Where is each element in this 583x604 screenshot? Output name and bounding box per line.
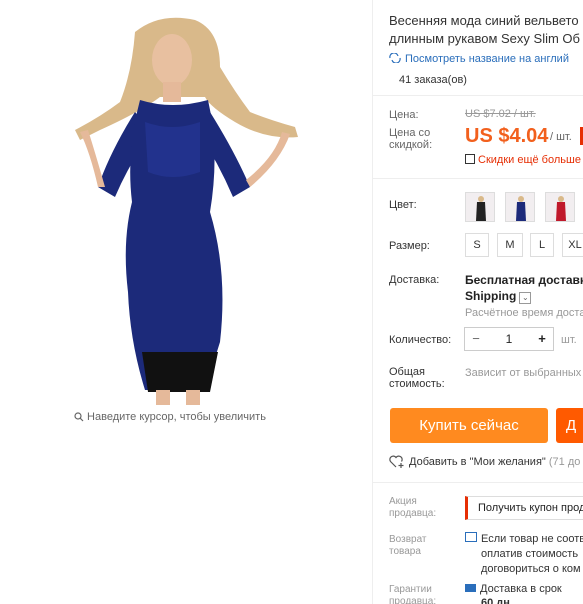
- discount-price: US $4.04: [465, 125, 549, 147]
- size-label: Размер:: [389, 240, 430, 252]
- zoom-hint-text: Наведите курсор, чтобы увеличить: [87, 411, 266, 423]
- guarantee-label-line-2: продавца:: [389, 596, 437, 604]
- quantity-unit: шт.: [561, 334, 577, 346]
- translate-icon: [389, 52, 401, 64]
- shipping-time: Расчётное время доставки: [465, 307, 583, 319]
- price-unit: / шт.: [550, 131, 572, 143]
- separator: [373, 178, 583, 179]
- translate-link[interactable]: Посмотреть название на англий: [389, 52, 569, 65]
- wishlist-count: (71 до: [548, 456, 581, 468]
- total-label: Общая стоимость:: [389, 366, 445, 390]
- total-label-line-2: стоимость:: [389, 378, 445, 390]
- shipping-free: Бесплатная доставка: [465, 273, 583, 287]
- qr-code-icon: [465, 154, 475, 164]
- product-title: Весенняя мода синий вельвето длинным рук…: [389, 12, 583, 48]
- seller-guarantee: Доставка в срок 60 дн: [465, 582, 562, 604]
- color-label: Цвет:: [389, 199, 417, 211]
- discount-price-label: Цена со скидкой:: [389, 127, 432, 151]
- return-line-1: Если товар не соотв: [481, 533, 583, 545]
- discount-label-line-1: Цена со: [389, 127, 431, 139]
- product-info: Весенняя мода синий вельвето длинным рук…: [373, 0, 583, 604]
- title-line-2: длинным рукавом Sexy Slim Об: [389, 31, 580, 46]
- product-photo[interactable]: [60, 12, 310, 405]
- truck-icon: [465, 584, 476, 592]
- return-line-2: оплатив стоимость: [481, 548, 579, 560]
- quantity-increase-button[interactable]: +: [531, 328, 553, 350]
- return-line-3: договориться о ком: [481, 563, 581, 575]
- old-price: US $7.02 / шт.: [465, 108, 536, 120]
- wishlist-text: Добавить в "Мои желания": [409, 456, 546, 468]
- product-gallery: Наведите курсор, чтобы увеличить: [0, 0, 372, 604]
- more-discounts-text: Скидки ещё больше: [478, 154, 581, 166]
- orders-count: 41 заказа(ов): [399, 74, 467, 86]
- heart-plus-icon: [389, 455, 404, 468]
- guarantee-line-2: 60 дн: [481, 597, 510, 604]
- quantity-label: Количество:: [389, 334, 452, 346]
- promo-label-line-1: Акция: [389, 496, 417, 507]
- shipping-label: Доставка:: [389, 274, 440, 286]
- return-label-line-2: товара: [389, 546, 421, 557]
- color-swatch-red[interactable]: [545, 192, 575, 222]
- quantity-decrease-button[interactable]: −: [465, 328, 487, 350]
- discount-label-line-2: скидкой:: [389, 139, 433, 151]
- size-l[interactable]: L: [530, 233, 554, 257]
- guarantee-label-line-1: Гарантии: [389, 584, 432, 595]
- return-icon: [465, 532, 477, 542]
- add-to-wishlist-link[interactable]: Добавить в "Мои желания" (71 до: [389, 455, 580, 468]
- add-to-cart-button[interactable]: Д: [556, 408, 583, 443]
- translate-link-text: Посмотреть название на англий: [405, 53, 569, 65]
- total-value: Зависит от выбранных: [465, 367, 582, 379]
- swatch-image: [546, 193, 574, 221]
- seller-promo-label: Акция продавца:: [389, 496, 436, 520]
- promo-label-line-2: продавца:: [389, 508, 437, 519]
- guarantee-line-1: Доставка в срок: [480, 583, 562, 595]
- zoom-hint: Наведите курсор, чтобы увеличить: [0, 411, 340, 423]
- get-coupon-button[interactable]: Получить купон прод: [465, 496, 583, 520]
- size-xl[interactable]: XL: [562, 233, 583, 257]
- return-policy: Если товар не соотв оплатив стоимость до…: [465, 532, 583, 577]
- swatch-image: [506, 193, 534, 221]
- shipping-method-select[interactable]: Shipping ⌄: [465, 289, 532, 304]
- price-label: Цена:: [389, 109, 419, 121]
- size-m[interactable]: M: [497, 233, 523, 257]
- swatch-image: [466, 193, 494, 221]
- guarantee-label: Гарантии продавца:: [389, 584, 436, 604]
- return-label-line-1: Возврат: [389, 534, 427, 545]
- buy-now-button[interactable]: Купить сейчас: [390, 408, 548, 443]
- color-swatch-dark[interactable]: [465, 192, 495, 222]
- return-label: Возврат товара: [389, 534, 427, 558]
- quantity-input[interactable]: 1: [487, 328, 531, 350]
- size-s[interactable]: S: [465, 233, 489, 257]
- chevron-down-icon: ⌄: [519, 292, 532, 304]
- shipping-method-text: Shipping: [465, 289, 517, 303]
- quantity-stepper: − 1 +: [464, 327, 554, 351]
- title-line-1: Весенняя мода синий вельвето: [389, 13, 579, 28]
- magnifier-icon: [74, 412, 84, 422]
- separator: [373, 95, 583, 96]
- separator: [373, 482, 583, 483]
- more-discounts-link[interactable]: Скидки ещё больше: [465, 154, 581, 166]
- color-swatch-blue[interactable]: [505, 192, 535, 222]
- total-label-line-1: Общая: [389, 366, 425, 378]
